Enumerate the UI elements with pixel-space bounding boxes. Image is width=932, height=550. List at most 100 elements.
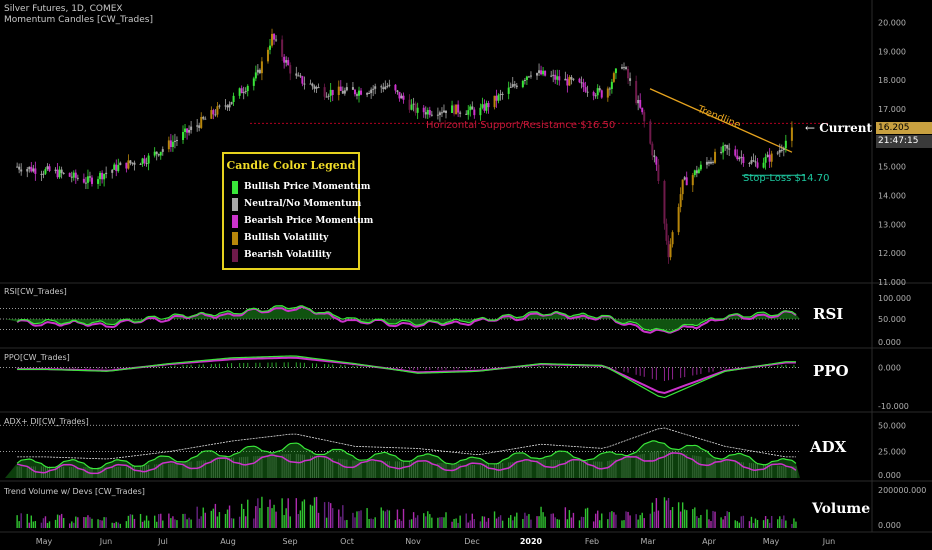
ppo-histogram-bar: [243, 362, 245, 368]
volume-bar: [728, 512, 730, 528]
candle-body: [610, 81, 613, 89]
volume-bar: [309, 504, 312, 528]
current-label: Current: [819, 121, 873, 135]
volume-bar: [594, 513, 597, 528]
volume-bar: [89, 517, 91, 528]
ppo-histogram-bar: [542, 365, 544, 368]
pane-tick-label: 0.000: [878, 363, 901, 372]
candle-body: [147, 155, 150, 164]
volume-bar: [232, 518, 235, 528]
volume-bar: [499, 515, 502, 528]
volume-bar: [396, 509, 399, 528]
candle-body: [186, 128, 189, 133]
candle-body: [442, 110, 445, 113]
volume-bar: [639, 515, 641, 528]
ppo-histogram-bar: [409, 367, 411, 370]
volume-bar: [275, 511, 277, 528]
volume-bar: [170, 518, 172, 528]
candle-body: [782, 148, 785, 151]
pane-tick-label: 0.000: [878, 338, 901, 347]
volume-bar: [487, 518, 490, 528]
ppo-histogram-bar: [97, 367, 99, 370]
candle-body: [709, 161, 712, 164]
ppo-histogram-bar: [473, 367, 475, 370]
volume-bar: [791, 523, 793, 528]
adx-plus-di-fill: [5, 440, 800, 478]
volume-bar: [398, 519, 401, 528]
pane-title-rsi: RSI[CW_Trades]: [4, 287, 67, 296]
volume-bar: [734, 520, 736, 528]
volume-bar: [212, 508, 215, 528]
volume-bar: [738, 522, 741, 528]
ppo-histogram-bar: [85, 367, 87, 369]
ppo-histogram-bar: [77, 367, 79, 369]
volume-bar: [56, 514, 59, 528]
volume-bar: [756, 519, 759, 528]
volume-bar: [174, 519, 176, 528]
ppo-histogram-bar: [587, 366, 589, 368]
candle-body: [705, 161, 708, 165]
candle-body: [540, 70, 543, 75]
candle-body: [542, 70, 545, 75]
candle-body: [681, 179, 684, 195]
candle-body: [572, 78, 575, 80]
candle-body: [242, 92, 245, 94]
candle-body: [341, 90, 344, 94]
candle-body: [175, 139, 178, 141]
candle-body: [84, 182, 87, 184]
candle-body: [339, 86, 342, 91]
volume-bar: [410, 519, 413, 528]
candle-body: [76, 177, 79, 179]
candle-body: [625, 67, 628, 69]
candle-body: [184, 128, 187, 133]
pane-label-adx: ADX: [810, 438, 847, 456]
volume-bar: [736, 521, 738, 528]
volume-bar: [315, 496, 318, 528]
volume-bar: [190, 519, 192, 528]
price-tick-label: 17.000: [878, 105, 906, 114]
candle-body: [111, 169, 114, 173]
candle-body: [68, 173, 71, 177]
candle-body: [501, 93, 504, 95]
volume-bar: [156, 521, 158, 528]
chart-canvas[interactable]: 20.00019.00018.00017.00016.00015.00014.0…: [0, 0, 932, 550]
volume-bar: [368, 518, 370, 528]
pane-tick-label: 50.000: [878, 421, 906, 430]
candle-body: [182, 132, 185, 140]
candle-body: [780, 150, 783, 152]
volume-bar: [584, 508, 587, 528]
ppo-histogram-bar: [453, 367, 455, 370]
volume-bar: [657, 510, 660, 528]
candle-body: [271, 33, 274, 46]
ppo-histogram-bar: [728, 367, 730, 369]
volume-bar: [655, 498, 658, 528]
candle-body: [380, 86, 383, 88]
volume-bar: [766, 519, 769, 528]
volume-bar: [683, 509, 686, 528]
legend-item-label: Bearish Volatility: [244, 250, 332, 260]
volume-bar: [601, 513, 603, 528]
volume-bar: [340, 516, 342, 528]
volume-bar: [408, 519, 411, 528]
pane-tick-label: 0.000: [878, 521, 901, 530]
candle-body: [254, 72, 257, 79]
ppo-histogram-bar: [655, 367, 657, 380]
volume-bar: [752, 523, 755, 528]
candle-body: [115, 164, 118, 172]
candle-body: [762, 162, 765, 168]
candle-body: [641, 107, 644, 113]
volume-bar: [196, 506, 198, 528]
candle-body: [649, 121, 652, 144]
candle-body: [101, 172, 104, 180]
volume-bar: [481, 516, 484, 528]
volume-bar: [153, 515, 156, 528]
volume-bar: [71, 521, 73, 528]
volume-bar: [400, 520, 403, 528]
candle-body: [606, 88, 609, 98]
candle-body: [343, 90, 346, 94]
volume-bar: [423, 513, 425, 528]
candle-body: [693, 170, 696, 176]
ppo-histogram-bar: [777, 365, 779, 368]
candle-body: [521, 80, 524, 88]
volume-bar: [437, 517, 439, 528]
